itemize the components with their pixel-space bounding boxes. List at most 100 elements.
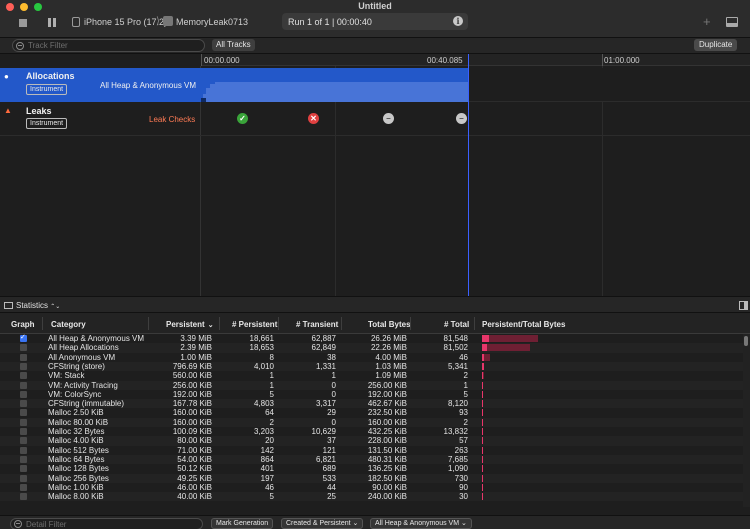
num-total-cell: 263 (454, 445, 468, 455)
graph-checkbox[interactable] (20, 381, 27, 389)
num-transient-cell: 1 (331, 371, 336, 381)
detail-filter-field[interactable] (10, 518, 203, 529)
table-row[interactable]: Malloc 1.00 KiB 46.00 KiB 46 44 90.00 KiB 90 (0, 483, 743, 492)
total-bytes-cell: 90.00 KiB (372, 482, 407, 492)
pause-recording-button[interactable] (48, 18, 57, 27)
ruler-tick-label: 01:00.000 (604, 56, 640, 65)
category-cell: Malloc 32 Bytes (48, 427, 105, 436)
scrollbar-thumb[interactable] (744, 336, 748, 346)
toggle-detail-panel-icon[interactable] (726, 17, 738, 27)
time-ruler[interactable]: 00:00.000 00:40.085 01:00.000 (201, 54, 750, 66)
column-divider[interactable] (278, 317, 279, 330)
num-persistent-cell: 5 (269, 389, 274, 399)
persistent-cell: 80.00 KiB (177, 436, 212, 446)
column-divider[interactable] (474, 317, 475, 330)
table-row[interactable]: Malloc 64 Bytes 54.00 KiB 864 6,821 480.31 K… (0, 454, 743, 465)
all-tracks-button[interactable]: All Tracks (212, 39, 255, 51)
column-header-graph[interactable]: Graph (11, 320, 35, 329)
num-transient-cell: 0 (331, 380, 336, 390)
table-row[interactable]: Malloc 4.00 KiB 80.00 KiB 20 37 228.00 KiB 57 (0, 436, 743, 446)
track-filter-input[interactable] (28, 40, 198, 51)
column-header-ratio[interactable]: Persistent/Total Bytes (482, 320, 565, 329)
ruler-tick-label: 00:00.000 (204, 56, 240, 65)
table-row[interactable]: Malloc 2.50 KiB 160.00 KiB 64 29 232.50 KiB 9… (0, 408, 743, 417)
table-row[interactable]: VM: ColorSync 192.00 KiB 5 0 192.00 KiB 5 (0, 390, 743, 399)
table-row[interactable]: VM: Activity Tracing 256.00 KiB 1 0 256.00 K… (0, 380, 743, 390)
app-icon (163, 16, 173, 26)
stop-recording-button[interactable] (19, 19, 27, 27)
num-transient-cell: 38 (327, 352, 336, 362)
table-row[interactable]: All Anonymous VM 1.00 MiB 8 38 4.00 MiB 46 (0, 353, 743, 362)
column-divider[interactable] (219, 317, 220, 330)
leak-check-none-icon[interactable]: – (383, 113, 394, 124)
graph-checkbox[interactable] (20, 353, 27, 361)
detail-filter-input[interactable] (26, 519, 196, 529)
target-device-selector[interactable]: iPhone 15 Pro (17.2) (84, 17, 167, 27)
table-row[interactable]: Malloc 512 Bytes 71.00 KiB 142 121 131.50 Ki… (0, 446, 743, 455)
column-header-num-total[interactable]: # Total (444, 320, 469, 329)
graph-checkbox[interactable] (20, 344, 27, 352)
table-row[interactable]: All Heap & Anonymous VM 3.39 MiB 18,661 62,… (0, 334, 743, 343)
graph-checkbox[interactable] (20, 446, 27, 454)
graph-checkbox[interactable] (20, 334, 27, 342)
duplicate-button[interactable]: Duplicate (694, 39, 738, 51)
lifespan-filter-popup[interactable]: Created & Persistent ⌄ (281, 518, 364, 529)
table-row[interactable]: Malloc 8.00 KiB 40.00 KiB 5 25 240.00 KiB 30 (0, 492, 743, 502)
graph-checkbox[interactable] (20, 474, 27, 482)
leak-check-leak-icon[interactable]: ✕ (308, 113, 319, 124)
table-row[interactable]: Malloc 256 Bytes 49.25 KiB 197 533 182.50 Ki… (0, 473, 743, 483)
table-row[interactable]: All Heap Allocations 2.39 MiB 18,653 62,849… (0, 343, 743, 353)
table-row[interactable]: Malloc 80.00 KiB 160.00 KiB 2 0 160.00 KiB 2 (0, 417, 743, 427)
track-filter-field[interactable] (12, 39, 205, 52)
table-row[interactable]: Malloc 32 Bytes 100.09 KiB 3,203 10,629 432.… (0, 427, 743, 436)
column-divider[interactable] (341, 317, 342, 330)
graph-checkbox[interactable] (20, 362, 27, 370)
column-header-num-persistent[interactable]: # Persistent (232, 320, 277, 329)
allocation-type-popup[interactable]: All Heap & Anonymous VM ⌄ (370, 518, 472, 529)
run-status-box[interactable]: Run 1 of 1 | 00:00:40 i (282, 13, 468, 30)
add-instrument-icon[interactable]: + (703, 14, 711, 29)
table-row[interactable]: CFString (immutable) 167.78 KiB 4,803 3,317… (0, 399, 743, 409)
leak-check-none-icon[interactable]: – (456, 113, 467, 124)
num-persistent-cell: 2 (269, 417, 274, 427)
track-row-leaks[interactable]: ▲ Leaks Instrument Leak Checks (0, 102, 750, 136)
playhead[interactable] (468, 54, 469, 296)
num-persistent-cell: 18,661 (249, 334, 274, 343)
graph-checkbox[interactable] (20, 400, 27, 408)
mark-generation-button[interactable]: Mark Generation (211, 518, 274, 529)
graph-checkbox[interactable] (20, 372, 27, 380)
graph-checkbox[interactable] (20, 428, 27, 435)
inspector-toggle-icon[interactable] (739, 301, 748, 310)
table-scrollbar[interactable] (743, 334, 750, 507)
graph-checkbox[interactable] (20, 418, 27, 426)
num-total-cell: 5,341 (447, 361, 468, 371)
allocations-graph[interactable] (201, 68, 468, 102)
detail-view-selector[interactable]: Statistics ⌃⌄ (16, 301, 60, 310)
table-row[interactable]: VM: Stack 560.00 KiB 1 1 1.09 MiB 2 (0, 371, 743, 380)
target-process-selector[interactable]: MemoryLeak0713 (176, 17, 248, 27)
graph-checkbox[interactable] (20, 465, 27, 473)
persistent-bytes-bar (482, 353, 485, 361)
persistent-bytes-bar (482, 344, 488, 352)
total-bytes-cell: 4.00 MiB (375, 352, 407, 362)
column-header-num-transient[interactable]: # Transient (296, 320, 338, 329)
graph-checkbox[interactable] (20, 409, 27, 417)
column-header-category[interactable]: Category (51, 320, 86, 329)
graph-checkbox[interactable] (20, 437, 27, 445)
column-divider[interactable] (42, 317, 43, 330)
graph-checkbox[interactable] (20, 455, 27, 463)
num-total-cell: 5 (463, 389, 468, 399)
category-cell: Malloc 256 Bytes (48, 473, 109, 483)
num-persistent-cell: 46 (265, 482, 274, 492)
column-header-total-bytes[interactable]: Total Bytes (368, 320, 411, 329)
table-row[interactable]: Malloc 128 Bytes 50.12 KiB 401 689 136.25 Ki… (0, 464, 743, 473)
column-header-persistent[interactable]: Persistent ⌄ (166, 320, 214, 329)
graph-checkbox[interactable] (20, 493, 27, 501)
graph-checkbox[interactable] (20, 390, 27, 398)
column-divider[interactable] (410, 317, 411, 330)
column-divider[interactable] (148, 317, 149, 330)
leak-check-ok-icon[interactable]: ✓ (237, 113, 248, 124)
table-row[interactable]: CFString (store) 796.69 KiB 4,010 1,331 1.03… (0, 361, 743, 372)
info-icon[interactable]: i (453, 16, 463, 26)
graph-checkbox[interactable] (20, 483, 27, 491)
